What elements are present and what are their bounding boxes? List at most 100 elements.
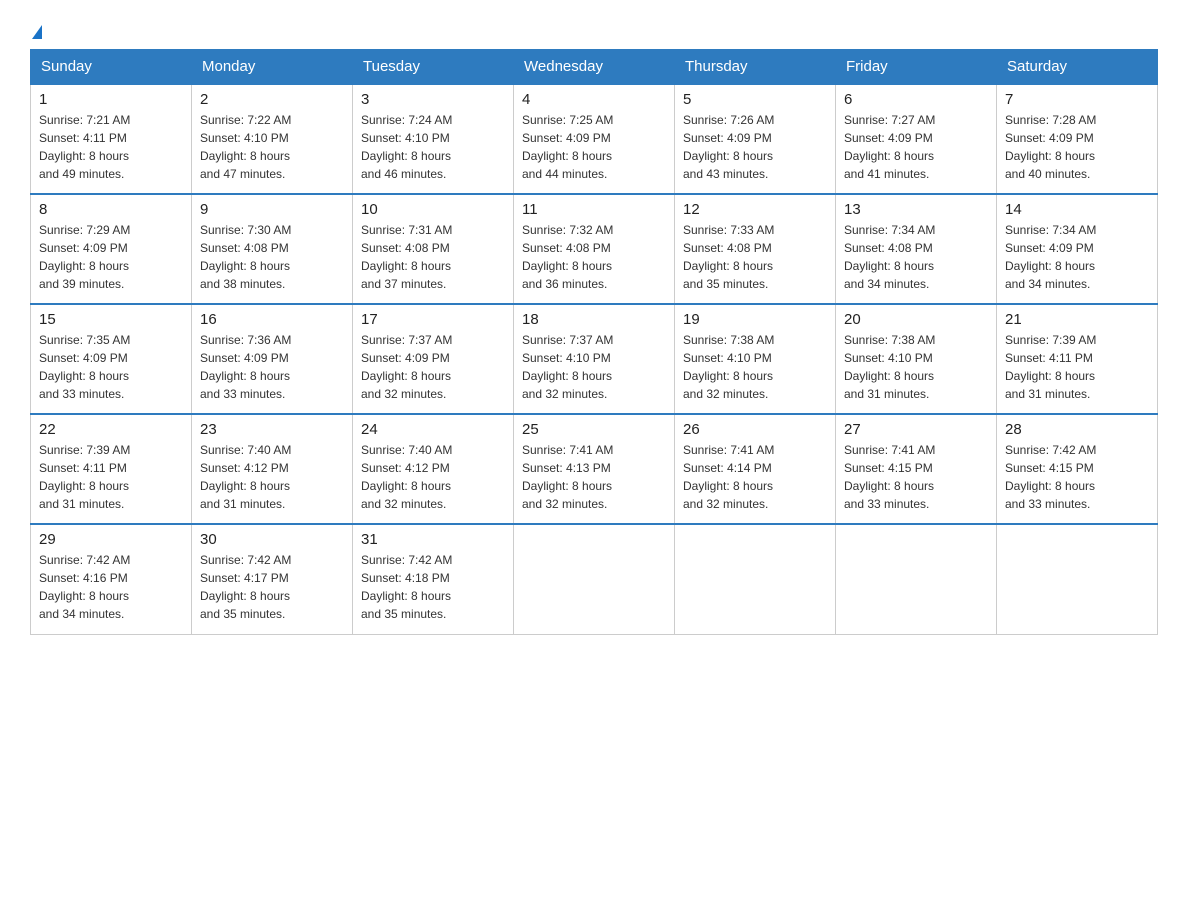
day-info: Sunrise: 7:22 AMSunset: 4:10 PMDaylight:… [200, 111, 344, 183]
day-number: 21 [1005, 311, 1149, 328]
day-number: 6 [844, 91, 988, 108]
calendar-cell: 18Sunrise: 7:37 AMSunset: 4:10 PMDayligh… [514, 304, 675, 414]
day-info: Sunrise: 7:42 AMSunset: 4:15 PMDaylight:… [1005, 441, 1149, 513]
day-number: 12 [683, 201, 827, 218]
calendar-cell [675, 524, 836, 634]
day-info: Sunrise: 7:38 AMSunset: 4:10 PMDaylight:… [844, 331, 988, 403]
calendar-cell: 19Sunrise: 7:38 AMSunset: 4:10 PMDayligh… [675, 304, 836, 414]
calendar-table: SundayMondayTuesdayWednesdayThursdayFrid… [30, 49, 1158, 635]
day-info: Sunrise: 7:40 AMSunset: 4:12 PMDaylight:… [200, 441, 344, 513]
day-info: Sunrise: 7:37 AMSunset: 4:09 PMDaylight:… [361, 331, 505, 403]
header-saturday: Saturday [997, 50, 1158, 85]
calendar-cell: 17 Sunrise: 7:37 AMSunset: 4:09 PMDayligh… [353, 304, 514, 414]
calendar-cell [836, 524, 997, 634]
calendar-cell: 26 Sunrise: 7:41 AMSunset: 4:14 PMDayligh… [675, 414, 836, 524]
calendar-cell: 20 Sunrise: 7:38 AMSunset: 4:10 PMDayligh… [836, 304, 997, 414]
day-number: 14 [1005, 201, 1149, 218]
calendar-cell: 8Sunrise: 7:29 AMSunset: 4:09 PMDaylight… [31, 194, 192, 304]
calendar-week-row: 15 Sunrise: 7:35 AMSunset: 4:09 PMDayligh… [31, 304, 1158, 414]
day-number: 3 [361, 91, 505, 108]
calendar-cell: 4 Sunrise: 7:25 AMSunset: 4:09 PMDaylight… [514, 84, 675, 194]
day-info: Sunrise: 7:28 AMSunset: 4:09 PMDaylight:… [1005, 111, 1149, 183]
calendar-cell: 13 Sunrise: 7:34 AMSunset: 4:08 PMDayligh… [836, 194, 997, 304]
calendar-cell: 28 Sunrise: 7:42 AMSunset: 4:15 PMDayligh… [997, 414, 1158, 524]
day-info: Sunrise: 7:33 AMSunset: 4:08 PMDaylight:… [683, 221, 827, 293]
day-number: 7 [1005, 91, 1149, 108]
day-number: 30 [200, 531, 344, 548]
calendar-week-row: 22 Sunrise: 7:39 AMSunset: 4:11 PMDayligh… [31, 414, 1158, 524]
calendar-cell: 11Sunrise: 7:32 AMSunset: 4:08 PMDayligh… [514, 194, 675, 304]
calendar-cell: 21 Sunrise: 7:39 AMSunset: 4:11 PMDayligh… [997, 304, 1158, 414]
day-number: 26 [683, 421, 827, 438]
day-info: Sunrise: 7:31 AMSunset: 4:08 PMDaylight:… [361, 221, 505, 293]
day-number: 31 [361, 531, 505, 548]
calendar-cell: 1Sunrise: 7:21 AMSunset: 4:11 PMDaylight… [31, 84, 192, 194]
calendar-cell: 15 Sunrise: 7:35 AMSunset: 4:09 PMDayligh… [31, 304, 192, 414]
calendar-cell: 16 Sunrise: 7:36 AMSunset: 4:09 PMDayligh… [192, 304, 353, 414]
day-info: Sunrise: 7:34 AMSunset: 4:09 PMDaylight:… [1005, 221, 1149, 293]
calendar-cell: 30 Sunrise: 7:42 AMSunset: 4:17 PMDayligh… [192, 524, 353, 634]
header-monday: Monday [192, 50, 353, 85]
day-info: Sunrise: 7:40 AMSunset: 4:12 PMDaylight:… [361, 441, 505, 513]
day-info: Sunrise: 7:42 AMSunset: 4:18 PMDaylight:… [361, 551, 505, 623]
day-info: Sunrise: 7:39 AMSunset: 4:11 PMDaylight:… [39, 441, 183, 513]
calendar-cell: 23 Sunrise: 7:40 AMSunset: 4:12 PMDayligh… [192, 414, 353, 524]
day-info: Sunrise: 7:26 AMSunset: 4:09 PMDaylight:… [683, 111, 827, 183]
calendar-cell: 7 Sunrise: 7:28 AMSunset: 4:09 PMDaylight… [997, 84, 1158, 194]
calendar-cell: 25 Sunrise: 7:41 AMSunset: 4:13 PMDayligh… [514, 414, 675, 524]
day-info: Sunrise: 7:42 AMSunset: 4:16 PMDaylight:… [39, 551, 183, 623]
day-number: 4 [522, 91, 666, 108]
calendar-cell: 14 Sunrise: 7:34 AMSunset: 4:09 PMDayligh… [997, 194, 1158, 304]
calendar-cell: 10Sunrise: 7:31 AMSunset: 4:08 PMDayligh… [353, 194, 514, 304]
day-info: Sunrise: 7:34 AMSunset: 4:08 PMDaylight:… [844, 221, 988, 293]
day-number: 25 [522, 421, 666, 438]
calendar-cell: 12 Sunrise: 7:33 AMSunset: 4:08 PMDayligh… [675, 194, 836, 304]
day-info: Sunrise: 7:42 AMSunset: 4:17 PMDaylight:… [200, 551, 344, 623]
day-info: Sunrise: 7:36 AMSunset: 4:09 PMDaylight:… [200, 331, 344, 403]
day-number: 16 [200, 311, 344, 328]
day-info: Sunrise: 7:35 AMSunset: 4:09 PMDaylight:… [39, 331, 183, 403]
day-info: Sunrise: 7:38 AMSunset: 4:10 PMDaylight:… [683, 331, 827, 403]
calendar-cell: 3 Sunrise: 7:24 AMSunset: 4:10 PMDaylight… [353, 84, 514, 194]
logo [30, 20, 42, 39]
calendar-cell [997, 524, 1158, 634]
logo-triangle-icon [32, 25, 42, 39]
day-number: 17 [361, 311, 505, 328]
day-number: 8 [39, 201, 183, 218]
day-number: 24 [361, 421, 505, 438]
header-tuesday: Tuesday [353, 50, 514, 85]
day-number: 11 [522, 201, 666, 218]
calendar-cell: 27Sunrise: 7:41 AMSunset: 4:15 PMDayligh… [836, 414, 997, 524]
calendar-cell: 5 Sunrise: 7:26 AMSunset: 4:09 PMDaylight… [675, 84, 836, 194]
day-info: Sunrise: 7:39 AMSunset: 4:11 PMDaylight:… [1005, 331, 1149, 403]
calendar-cell: 6Sunrise: 7:27 AMSunset: 4:09 PMDaylight… [836, 84, 997, 194]
day-info: Sunrise: 7:41 AMSunset: 4:14 PMDaylight:… [683, 441, 827, 513]
day-number: 15 [39, 311, 183, 328]
page-header [30, 20, 1158, 39]
calendar-week-row: 8Sunrise: 7:29 AMSunset: 4:09 PMDaylight… [31, 194, 1158, 304]
day-info: Sunrise: 7:41 AMSunset: 4:13 PMDaylight:… [522, 441, 666, 513]
days-header-row: SundayMondayTuesdayWednesdayThursdayFrid… [31, 50, 1158, 85]
day-number: 28 [1005, 421, 1149, 438]
calendar-week-row: 29 Sunrise: 7:42 AMSunset: 4:16 PMDayligh… [31, 524, 1158, 634]
day-number: 5 [683, 91, 827, 108]
calendar-cell [514, 524, 675, 634]
day-number: 20 [844, 311, 988, 328]
day-number: 29 [39, 531, 183, 548]
header-thursday: Thursday [675, 50, 836, 85]
day-number: 13 [844, 201, 988, 218]
calendar-cell: 9 Sunrise: 7:30 AMSunset: 4:08 PMDaylight… [192, 194, 353, 304]
header-wednesday: Wednesday [514, 50, 675, 85]
day-info: Sunrise: 7:25 AMSunset: 4:09 PMDaylight:… [522, 111, 666, 183]
day-number: 1 [39, 91, 183, 108]
calendar-cell: 22 Sunrise: 7:39 AMSunset: 4:11 PMDayligh… [31, 414, 192, 524]
day-number: 22 [39, 421, 183, 438]
day-info: Sunrise: 7:24 AMSunset: 4:10 PMDaylight:… [361, 111, 505, 183]
day-number: 9 [200, 201, 344, 218]
day-number: 18 [522, 311, 666, 328]
day-number: 23 [200, 421, 344, 438]
header-friday: Friday [836, 50, 997, 85]
day-number: 2 [200, 91, 344, 108]
header-sunday: Sunday [31, 50, 192, 85]
day-info: Sunrise: 7:30 AMSunset: 4:08 PMDaylight:… [200, 221, 344, 293]
